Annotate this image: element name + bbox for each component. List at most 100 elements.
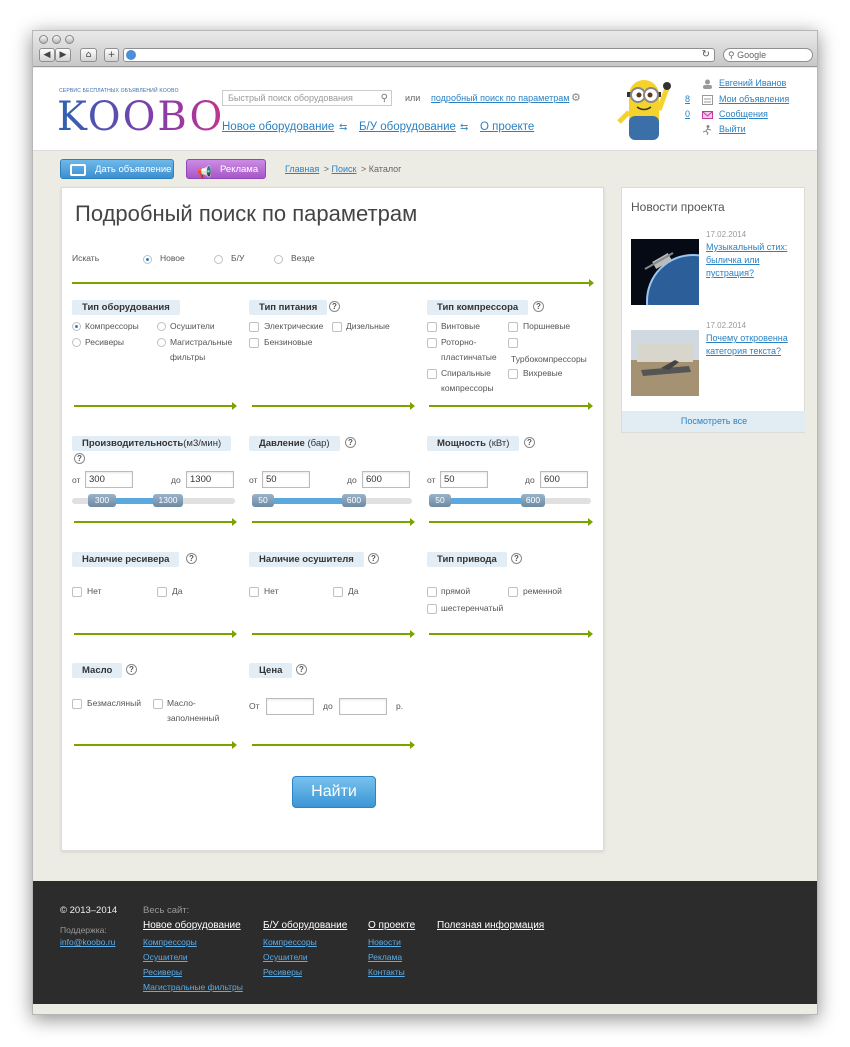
help-icon[interactable]: ? [524,437,535,448]
power-diesel-checkbox[interactable] [332,322,342,332]
scope-used-radio[interactable] [214,255,223,264]
search-icon[interactable]: ⚲ [381,92,388,106]
news-link[interactable]: Музыкальный стих: быличка или пустрация? [706,241,794,280]
breadcrumb-search[interactable]: Поиск [332,164,357,174]
help-icon[interactable]: ? [533,301,544,312]
footer-link[interactable]: Реклама [368,952,402,962]
maximize-window-button[interactable] [65,35,74,44]
ads-count[interactable]: 8 [685,94,690,104]
equipment-compressors-radio[interactable] [72,322,81,331]
help-icon[interactable]: ? [296,664,307,675]
compressor-piston-checkbox[interactable] [508,322,518,332]
help-icon[interactable]: ? [126,664,137,675]
receiver-yes-checkbox[interactable] [157,587,167,597]
home-icon[interactable]: ⌂ [80,48,97,62]
find-button[interactable]: Найти [292,776,376,808]
minimize-window-button[interactable] [52,35,61,44]
news-image-aircraft[interactable] [631,330,699,396]
reload-icon[interactable]: ↻ [702,49,710,60]
footer-col-about[interactable]: О проекте [368,920,415,931]
messages-count[interactable]: 0 [685,109,690,119]
equipment-receivers-radio[interactable] [72,338,81,347]
footer-link[interactable]: Ресиверы [263,967,302,977]
view-all-news-link[interactable]: Посмотреть все [622,411,806,432]
address-bar[interactable]: ↻ [123,48,715,62]
advanced-search-link[interactable]: подробный поиск по параметрам [431,93,569,103]
pressure-slider-track[interactable] [252,498,412,504]
footer-link[interactable]: Компрессоры [263,937,317,947]
compressor-vortex-checkbox[interactable] [508,369,518,379]
pressure-slider-min-handle[interactable]: 50 [252,494,274,507]
help-icon[interactable]: ? [345,437,356,448]
help-icon[interactable]: ? [329,301,340,312]
performance-from-input[interactable]: 300 [85,471,133,488]
oil-filled-checkbox[interactable] [153,699,163,709]
compressor-scroll-checkbox[interactable] [427,369,437,379]
quick-search-input[interactable]: Быстрый поиск оборудования ⚲ [222,90,392,106]
support-email-link[interactable]: info@koobo.ru [60,937,115,947]
power-electric-checkbox[interactable] [249,322,259,332]
logout-link[interactable]: Выйти [719,124,746,134]
equipment-filters-radio[interactable] [157,338,166,347]
logo[interactable]: KOOBO [57,94,224,140]
performance-slider-max-handle[interactable]: 1300 [153,494,183,507]
oil-free-checkbox[interactable] [72,699,82,709]
drive-belt-checkbox[interactable] [508,587,518,597]
user-name-link[interactable]: Евгений Иванов [719,78,786,88]
footer-link[interactable]: Компрессоры [143,937,197,947]
filter-icon[interactable]: ⚙ [571,91,581,104]
footer-link[interactable]: Осушители [263,952,308,962]
receiver-no-checkbox[interactable] [72,587,82,597]
footer-link[interactable]: Ресиверы [143,967,182,977]
drive-gear-checkbox[interactable] [427,604,437,614]
news-link[interactable]: Почему откровенна категория текста? [706,332,794,358]
add-bookmark-icon[interactable]: + [104,48,119,62]
compressor-rotary-checkbox[interactable] [427,338,437,348]
price-to-input[interactable] [339,698,387,715]
footer-link[interactable]: Контакты [368,967,405,977]
footer-link[interactable]: Магистральные фильтры [143,982,243,992]
post-ad-button[interactable]: Дать объявление [60,159,174,179]
drive-direct-checkbox[interactable] [427,587,437,597]
performance-slider-min-handle[interactable]: 300 [88,494,116,507]
compressor-turbo-checkbox[interactable] [508,338,518,348]
footer-link[interactable]: Новости [368,937,401,947]
messages-link[interactable]: Сообщения [719,109,768,119]
footer-col-new-equipment[interactable]: Новое оборудование [143,920,241,931]
equipment-dryers-radio[interactable] [157,322,166,331]
pressure-slider-max-handle[interactable]: 600 [342,494,366,507]
breadcrumb-home[interactable]: Главная [285,164,319,174]
nav-new-equipment[interactable]: Новое оборудование [222,121,334,133]
pressure-from-input[interactable]: 50 [262,471,310,488]
help-icon[interactable]: ? [74,453,85,464]
power-slider-min-handle[interactable]: 50 [429,494,451,507]
performance-to-input[interactable]: 1300 [186,471,234,488]
close-window-button[interactable] [39,35,48,44]
footer-col-used-equipment[interactable]: Б/У оборудование [263,920,347,931]
help-icon[interactable]: ? [511,553,522,564]
power-to-input[interactable]: 600 [540,471,588,488]
pressure-to-input[interactable]: 600 [362,471,410,488]
nav-about[interactable]: О проекте [480,121,534,133]
dryer-yes-checkbox[interactable] [333,587,343,597]
power-slider-track[interactable] [429,498,591,504]
ads-button[interactable]: 📢 Реклама [186,159,266,179]
help-icon[interactable]: ? [368,553,379,564]
price-from-input[interactable] [266,698,314,715]
power-from-input[interactable]: 50 [440,471,488,488]
compressor-screw-checkbox[interactable] [427,322,437,332]
scope-new-radio[interactable] [143,255,152,264]
nav-used-equipment[interactable]: Б/У оборудование [359,121,456,133]
browser-search-input[interactable]: ⚲ Google [723,48,813,62]
footer-col-useful-info[interactable]: Полезная информация [437,920,544,931]
footer-link[interactable]: Осушители [143,952,188,962]
my-ads-link[interactable]: Мои объявления [719,94,789,104]
scope-all-radio[interactable] [274,255,283,264]
dryer-no-checkbox[interactable] [249,587,259,597]
power-gasoline-checkbox[interactable] [249,338,259,348]
help-icon[interactable]: ? [186,553,197,564]
power-slider-max-handle[interactable]: 600 [521,494,545,507]
forward-icon[interactable]: ▶ [55,48,71,62]
back-icon[interactable]: ◀ [39,48,55,62]
news-image-space[interactable] [631,239,699,305]
